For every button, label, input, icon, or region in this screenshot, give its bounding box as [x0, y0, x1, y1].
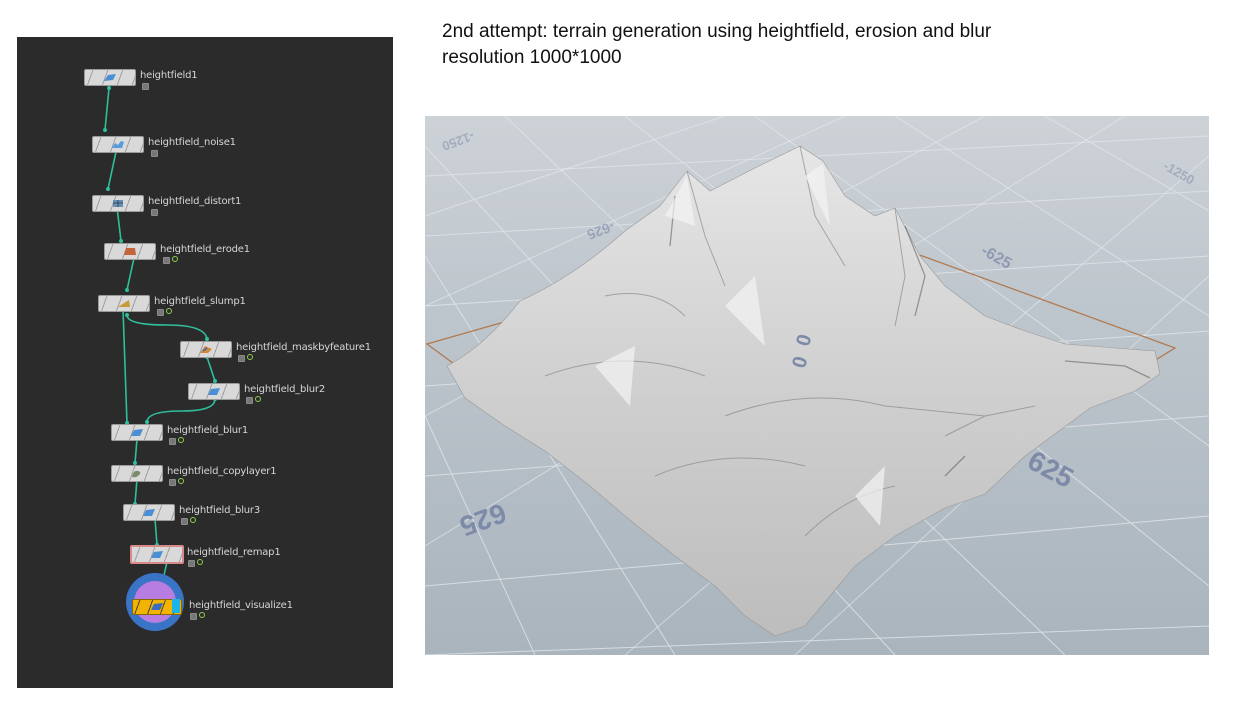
scene-viewport[interactable]: 625 625 0 0 -625 -625 -1250 -1250 — [425, 116, 1209, 655]
template-flag-icon — [178, 437, 184, 443]
node-wires — [103, 86, 217, 598]
node-label: heightfield_erode1 — [160, 244, 250, 255]
heightfield-icon — [104, 74, 116, 81]
node-label: heightfield_maskbyfeature1 — [236, 342, 371, 353]
caption-line-2: resolution 1000*1000 — [442, 47, 622, 68]
blur-icon — [131, 429, 143, 436]
blur-icon — [208, 388, 220, 395]
node-heightfield-copylayer1[interactable]: heightfield_copylayer1 — [111, 465, 311, 486]
node-heightfield-slump1[interactable]: heightfield_slump1 — [98, 295, 298, 316]
template-flag-icon — [172, 256, 178, 262]
node-heightfield-remap1[interactable]: heightfield_remap1 — [130, 545, 330, 567]
template-flag-icon — [178, 478, 184, 484]
node-label: heightfield1 — [140, 70, 198, 81]
node-network-editor[interactable]: heightfield1 heightfield_noise1 heightfi… — [17, 37, 393, 688]
grid-label-left-near: 625 — [456, 497, 511, 542]
node-heightfield-distort1[interactable]: heightfield_distort1 — [92, 195, 292, 216]
copylayer-icon — [132, 470, 141, 478]
node-heightfield-erode1[interactable]: heightfield_erode1 — [104, 243, 304, 264]
node-heightfield1[interactable]: heightfield1 — [84, 69, 234, 90]
remap-icon — [151, 551, 163, 558]
lock-icon — [169, 438, 176, 445]
node-label: heightfield_blur2 — [244, 384, 325, 395]
grid-label-far-left: -1250 — [440, 128, 476, 153]
lock-icon — [151, 209, 158, 216]
visualize-icon — [151, 603, 163, 610]
noise-icon — [112, 141, 124, 148]
template-flag-icon — [199, 612, 205, 618]
lock-icon — [246, 397, 253, 404]
template-flag-icon — [197, 559, 203, 565]
lock-icon — [151, 150, 158, 157]
erode-icon — [124, 248, 136, 255]
lock-icon — [188, 560, 195, 567]
lock-icon — [163, 257, 170, 264]
template-flag-icon — [247, 354, 253, 360]
lock-icon — [181, 518, 188, 525]
grid-label-far-right: -1250 — [1161, 158, 1197, 188]
grid-label-right-near: 625 — [1023, 445, 1079, 494]
blur-icon — [143, 509, 155, 516]
display-flag-icon[interactable] — [172, 599, 180, 613]
node-heightfield-maskbyfeature1[interactable]: heightfield_maskbyfeature1 — [180, 341, 390, 362]
viewport-scene: 625 625 0 0 -625 -625 -1250 -1250 — [425, 116, 1209, 655]
node-heightfield-blur2[interactable]: heightfield_blur2 — [188, 383, 388, 404]
node-heightfield-visualize1[interactable]: heightfield_visualize1 — [132, 599, 332, 620]
node-label: heightfield_remap1 — [187, 547, 281, 558]
lock-icon — [142, 83, 149, 90]
node-label: heightfield_blur3 — [179, 505, 260, 516]
template-flag-icon — [255, 396, 261, 402]
node-label: heightfield_distort1 — [148, 196, 242, 207]
node-label: heightfield_slump1 — [154, 296, 246, 307]
node-heightfield-blur3[interactable]: heightfield_blur3 — [123, 504, 323, 525]
node-heightfield-blur1[interactable]: heightfield_blur1 — [111, 424, 311, 445]
template-flag-icon — [166, 308, 172, 314]
node-heightfield-noise1[interactable]: heightfield_noise1 — [92, 136, 292, 157]
lock-icon — [157, 309, 164, 316]
grid-label-mid-left: -625 — [585, 218, 617, 243]
slump-icon — [118, 300, 130, 307]
grid-label-mid-right: -625 — [978, 242, 1014, 273]
node-label: heightfield_noise1 — [148, 137, 236, 148]
terrain-mesh — [446, 145, 1161, 637]
slide-caption: 2nd attempt: terrain generation using he… — [442, 19, 1222, 71]
template-flag-icon — [190, 517, 196, 523]
node-label: heightfield_blur1 — [167, 425, 248, 436]
lock-icon — [169, 479, 176, 486]
distort-icon — [113, 200, 123, 207]
node-label: heightfield_copylayer1 — [167, 466, 277, 477]
caption-line-1: 2nd attempt: terrain generation using he… — [442, 21, 992, 42]
maskbyfeature-icon — [200, 346, 212, 353]
lock-icon — [190, 613, 197, 620]
node-label: heightfield_visualize1 — [189, 600, 293, 611]
lock-icon — [238, 355, 245, 362]
